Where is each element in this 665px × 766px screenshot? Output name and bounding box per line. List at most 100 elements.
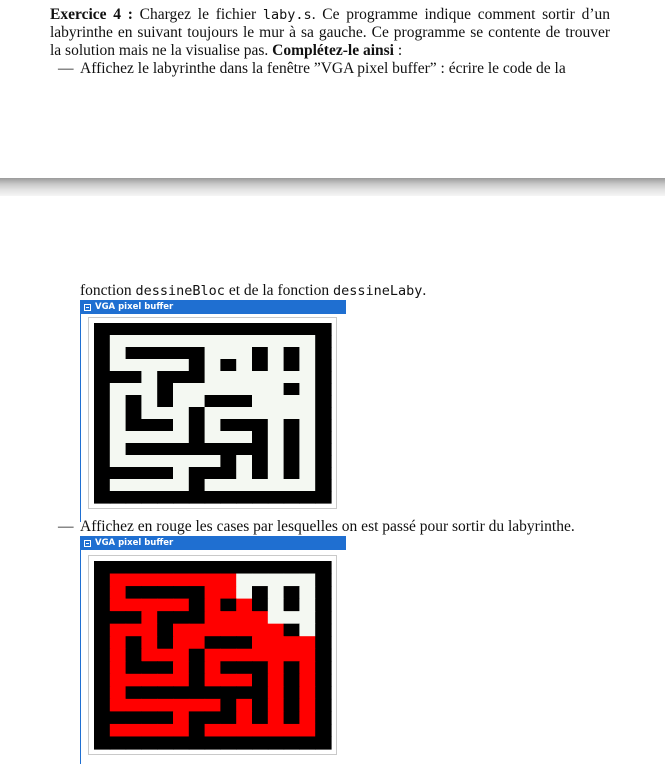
maze-path-cell: [173, 573, 190, 587]
maze-wall-cell: [267, 491, 285, 504]
bullet-text: .: [422, 282, 427, 299]
maze-open-cell: [267, 467, 285, 480]
maze-wall-cell: [315, 323, 332, 336]
maze-open-cell: [267, 443, 285, 456]
maze-open-cell: [236, 371, 253, 384]
maze-wall-cell: [109, 323, 127, 336]
maze-path-cell: [204, 661, 221, 675]
maze-wall-cell: [236, 395, 253, 408]
maze-wall-cell: [157, 467, 174, 480]
maze-open-cell: [299, 443, 316, 456]
maze-path-cell: [125, 698, 142, 712]
vga-title-bar[interactable]: VGA pixel buffer: [80, 300, 346, 314]
maze-wall-cell: [125, 347, 142, 360]
window-menu-icon[interactable]: [84, 303, 91, 311]
maze-open-cell: [267, 335, 285, 348]
maze-open-cell: [109, 347, 127, 360]
maze-path-cell: [141, 673, 158, 687]
maze-path-cell: [220, 611, 237, 625]
maze-open-cell: [109, 335, 127, 348]
maze-open-cell: [173, 395, 190, 408]
maze-wall-cell: [125, 648, 142, 662]
maze-open-cell: [267, 407, 285, 420]
maze-open-cell: [157, 431, 174, 444]
maze-open-cell: [252, 383, 269, 396]
maze-wall-cell: [252, 661, 269, 675]
maze-wall-cell: [94, 443, 111, 456]
maze-open-cell: [141, 455, 158, 468]
maze-open-cell: [173, 455, 190, 468]
maze-wall-cell: [125, 419, 142, 432]
maze-wall-cell: [94, 698, 111, 712]
maze-wall-cell: [252, 431, 269, 444]
maze-wall-cell: [252, 673, 269, 687]
maze-wall-cell: [315, 686, 332, 700]
maze-wall-cell: [315, 598, 332, 612]
maze-wall-cell: [252, 711, 269, 725]
maze-wall-cell: [109, 711, 127, 725]
maze-wall-cell: [204, 636, 221, 650]
maze-open-cell: [267, 383, 285, 396]
maze-wall-cell: [141, 686, 158, 700]
maze-open-cell: [236, 359, 253, 372]
maze-open-cell: [204, 359, 221, 372]
vga-title-bar[interactable]: VGA pixel buffer: [80, 536, 346, 550]
maze-wall-cell: [283, 673, 300, 687]
maze-wall-cell: [283, 455, 300, 468]
maze-wall-cell: [315, 335, 332, 348]
maze-wall-cell: [94, 371, 111, 384]
maze-wall-cell: [252, 491, 269, 504]
maze-wall-cell: [315, 661, 332, 675]
bullet-text: Affichez en rouge les cases par lesquell…: [80, 518, 575, 535]
maze-wall-cell: [315, 711, 332, 725]
maze-path-cell: [220, 648, 237, 662]
maze-wall-cell: [204, 711, 221, 725]
maze-wall-cell: [220, 736, 237, 750]
maze-wall-cell: [220, 323, 237, 336]
maze-wall-cell: [315, 586, 332, 600]
maze-wall-cell: [283, 359, 300, 372]
maze-wall-cell: [94, 648, 111, 662]
maze-wall-cell: [220, 491, 237, 504]
maze-wall-cell: [299, 736, 316, 750]
maze-wall-cell: [188, 686, 206, 700]
maze-wall-cell: [252, 419, 269, 432]
maze-wall-cell: [125, 611, 142, 625]
maze-open-cell: [125, 479, 142, 492]
maze-wall-cell: [94, 407, 111, 420]
maze-open-cell: [236, 383, 253, 396]
maze-path-cell: [283, 636, 300, 650]
maze-path-cell: [141, 611, 158, 625]
maze-path-cell: [220, 623, 237, 637]
maze-wall-cell: [315, 395, 332, 408]
maze-open-cell: [109, 479, 127, 492]
maze-open-cell: [236, 431, 253, 444]
maze-wall-cell: [157, 419, 174, 432]
maze-wall-cell: [141, 711, 158, 725]
maze-open-cell: [299, 623, 316, 637]
maze-open-cell: [157, 455, 174, 468]
maze-open-cell: [141, 371, 158, 384]
maze-path-cell: [173, 673, 190, 687]
maze-path-cell: [236, 623, 253, 637]
maze-path-cell: [204, 586, 221, 600]
maze-wall-cell: [173, 561, 190, 575]
maze-wall-cell: [188, 491, 206, 504]
maze-open-cell: [109, 359, 127, 372]
maze-path-cell: [299, 723, 316, 738]
vga-window-2: VGA pixel buffer: [80, 536, 346, 764]
maze-wall-cell: [157, 736, 174, 750]
maze-open-cell: [299, 419, 316, 432]
maze-open-cell: [267, 395, 285, 408]
maze-path-cell: [109, 686, 127, 700]
maze-open-cell: [157, 479, 174, 492]
maze-wall-cell: [188, 611, 206, 625]
maze-path-cell: [204, 611, 221, 625]
window-menu-icon[interactable]: [84, 539, 91, 547]
maze-wall-cell: [94, 673, 111, 687]
vga-body: [80, 550, 346, 764]
maze-path-cell: [299, 648, 316, 662]
maze-open-cell: [299, 611, 316, 625]
maze-open-cell: [204, 383, 221, 396]
maze-open-cell: [141, 479, 158, 492]
